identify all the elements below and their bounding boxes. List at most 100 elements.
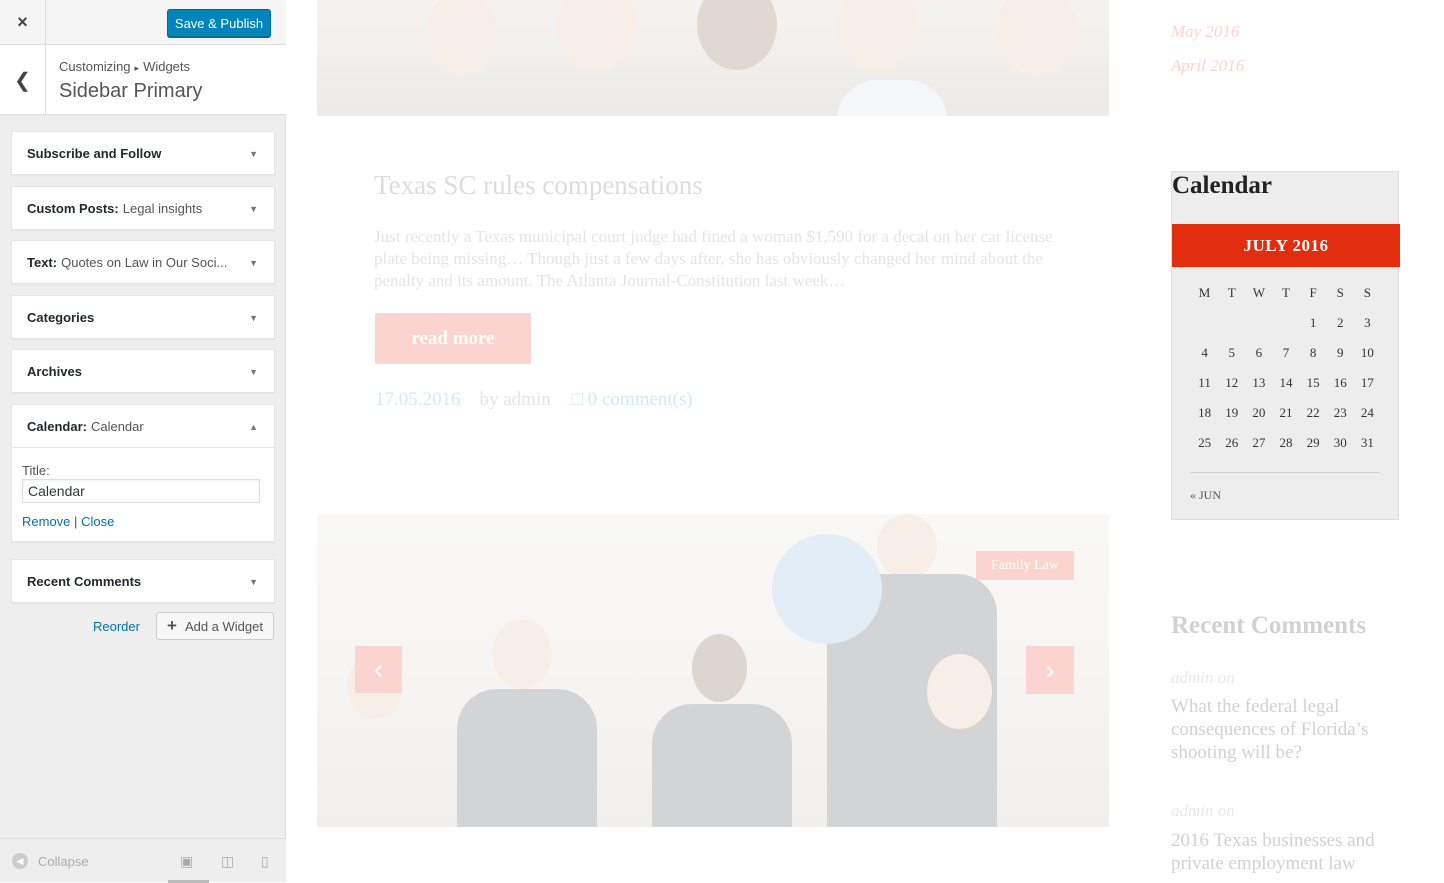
mobile-preview-icon[interactable]: ▯: [261, 853, 269, 870]
expand-arrow-icon[interactable]: ▼: [249, 204, 258, 214]
widget-archives[interactable]: Archives ▼: [11, 349, 275, 393]
archive-link[interactable]: May 2016: [1171, 22, 1239, 42]
controls-separator: |: [74, 514, 78, 529]
panel-footer: ◀ Collapse ▣ ◫ ▯: [0, 838, 286, 883]
calendar-day: [1272, 308, 1299, 338]
collapse-label: Collapse: [38, 853, 89, 869]
calendar-day: 27: [1252, 435, 1266, 450]
calendar-day: 9: [1337, 345, 1344, 360]
widget-subtitle: Calendar: [90, 418, 144, 434]
title-input[interactable]: [22, 479, 260, 503]
post-title[interactable]: Texas SC rules compensations: [374, 170, 703, 201]
calendar-day: 30: [1333, 435, 1347, 450]
calendar-day: 12: [1225, 375, 1239, 390]
calendar-day: 7: [1282, 345, 1290, 360]
weekday-header: M: [1198, 285, 1211, 300]
tablet-preview-icon[interactable]: ◫: [221, 853, 234, 870]
close-icon[interactable]: ×: [0, 0, 46, 45]
archive-link[interactable]: April 2016: [1171, 56, 1244, 76]
widget-subscribe-follow[interactable]: Subscribe and Follow ▼: [11, 131, 275, 175]
expand-arrow-icon[interactable]: ▼: [249, 313, 258, 323]
section-name: Sidebar Primary: [59, 80, 203, 102]
customizer-panel: × Save & Publish ❮ Customizing ▸ Widgets S…: [0, 0, 286, 883]
weekday-header: T: [1227, 285, 1236, 300]
calendar-day: 29: [1306, 435, 1320, 450]
widget-name: Calendar:: [27, 418, 87, 434]
back-arrow-icon[interactable]: ❮: [0, 45, 46, 115]
widget-controls: Remove | Close: [22, 514, 264, 529]
widget-recent-comments[interactable]: Recent Comments ▼: [11, 559, 275, 603]
recent-comments-title: Recent Comments: [1171, 612, 1367, 639]
calendar-body: 1 2 3 4 5 6 7 8 9 10 11 12 13 14 15 16 17 18 19 20 21 22 23 24 2…: [1191, 308, 1381, 458]
calendar-widget-form: Title: Remove | Close: [12, 447, 274, 541]
post-excerpt: Just recently a Texas municipal court ju…: [374, 227, 1053, 290]
calendar-grid: M T W T F S S 1 2 3 4 5 6 7 8 9 10 11 12 13 14 15 16 17 1…: [1191, 278, 1381, 458]
read-more-button[interactable]: read more: [375, 313, 531, 364]
collapse-arrow-icon[interactable]: ▲: [249, 422, 258, 432]
calendar-day: 15: [1306, 375, 1320, 390]
expand-arrow-icon[interactable]: ▼: [249, 367, 258, 377]
category-tag[interactable]: Family Law: [976, 551, 1074, 580]
calendar-day: 16: [1333, 375, 1347, 390]
calendar-day: 10: [1360, 345, 1374, 360]
weekday-header: F: [1309, 285, 1317, 300]
remove-link[interactable]: Remove: [22, 514, 70, 529]
calendar-week-row: 25 26 27 28 29 30 31: [1191, 428, 1381, 458]
expand-arrow-icon[interactable]: ▼: [249, 149, 258, 159]
plus-icon: +: [167, 616, 177, 635]
calendar-day: 17: [1360, 375, 1374, 390]
breadcrumb-widgets: Widgets: [143, 59, 191, 74]
calendar-day: 21: [1279, 405, 1293, 420]
collapse-button[interactable]: ◀ Collapse: [12, 853, 89, 869]
weekday-header: T: [1282, 285, 1290, 300]
comment-icon: □: [571, 389, 583, 410]
calendar-day: 22: [1306, 405, 1320, 420]
save-publish-button[interactable]: Save & Publish: [167, 9, 271, 37]
desktop-preview-icon[interactable]: ▣: [180, 853, 193, 870]
slider-next-icon[interactable]: ›: [1026, 646, 1074, 694]
calendar-day: [1191, 308, 1218, 338]
widget-calendar[interactable]: Calendar:Calendar ▲ Title: Remove | Close: [11, 404, 275, 542]
add-widget-label: Add a Widget: [184, 618, 263, 634]
weekday-header: S: [1336, 285, 1344, 300]
calendar-day: 2: [1337, 315, 1344, 330]
widget-name: Recent Comments: [27, 573, 142, 589]
expand-arrow-icon[interactable]: ▼: [249, 577, 258, 587]
comment-link[interactable]: What the federal legal consequences of F…: [1171, 695, 1401, 764]
widget-name: Custom Posts:: [27, 200, 119, 216]
widget-text[interactable]: Text: Quotes on Law in Our Soci... ▼: [11, 240, 275, 284]
comment-author: admin on: [1171, 668, 1235, 687]
calendar-day: 13: [1252, 375, 1266, 390]
reorder-link[interactable]: Reorder: [93, 619, 140, 634]
calendar-day: 8: [1309, 345, 1317, 360]
calendar-title: Calendar: [1172, 172, 1272, 199]
calendar-widget: Calendar JULY 2016 M T W T F S S 1234567…: [1171, 171, 1400, 520]
expand-arrow-icon[interactable]: ▼: [249, 258, 258, 268]
slider-prev-icon[interactable]: ‹: [355, 646, 402, 693]
calendar-day: [1218, 308, 1245, 338]
post-date[interactable]: 17.05.2016: [375, 389, 461, 410]
widget-name: Archives: [27, 363, 82, 379]
add-widget-button[interactable]: + Add a Widget: [156, 612, 274, 640]
post-author[interactable]: by admin: [480, 389, 551, 410]
section-title-bar: ❮ Customizing ▸ Widgets Sidebar Primary: [0, 45, 286, 115]
close-link[interactable]: Close: [81, 514, 114, 529]
post-comments[interactable]: 0 comment(s): [588, 389, 693, 410]
widget-subtitle: Legal insights: [122, 200, 203, 216]
calendar-day: 3: [1364, 315, 1371, 330]
widget-custom-posts[interactable]: Custom Posts: Legal insights ▼: [11, 186, 275, 230]
widget-categories[interactable]: Categories ▼: [11, 295, 275, 339]
calendar-day: [1245, 308, 1272, 338]
widget-name: Categories: [27, 309, 95, 325]
calendar-day: 31: [1360, 435, 1374, 450]
weekday-header: W: [1252, 285, 1265, 300]
calendar-day: 26: [1225, 435, 1239, 450]
calendar-week-row: 18 19 20 21 22 23 24: [1191, 398, 1381, 428]
comment-link[interactable]: 2016 Texas businesses and private employ…: [1171, 829, 1401, 875]
calendar-day: 25: [1198, 435, 1212, 450]
weekday-header: S: [1363, 285, 1372, 300]
post-meta: 17.05.2016 by admin □ 0 comment(s): [375, 389, 693, 411]
calendar-prev-month-link[interactable]: « JUN: [1190, 488, 1221, 503]
header-team-photo: [317, 0, 1109, 116]
collapse-icon: ◀: [12, 853, 28, 869]
